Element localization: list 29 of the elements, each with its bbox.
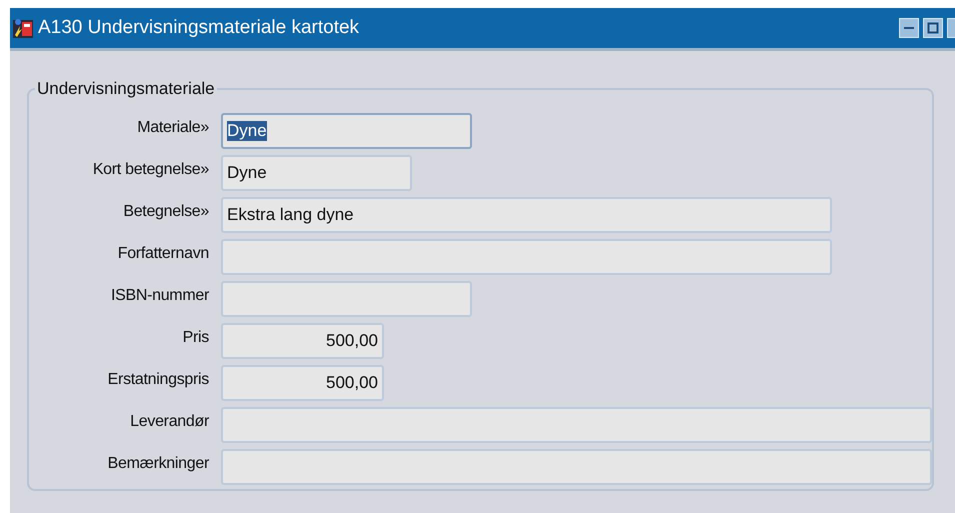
input-field[interactable]: Ekstra lang dyne <box>221 197 832 233</box>
field-value: Dyne <box>227 163 267 183</box>
input-field[interactable] <box>221 407 932 443</box>
input-field[interactable]: Dyne <box>221 155 412 191</box>
field-value: Dyne <box>227 121 267 141</box>
app-icon <box>12 17 34 39</box>
field-value: 500,00 <box>326 373 378 393</box>
field-label: Kort betegnelse» <box>92 160 210 179</box>
maximize-icon <box>927 22 939 34</box>
input-field[interactable] <box>221 449 932 485</box>
group-title: Undervisningsmateriale <box>36 79 216 99</box>
field-label: Betegnelse» <box>122 202 210 221</box>
field-label: Erstatningspris <box>106 370 210 389</box>
input-field[interactable] <box>221 281 472 317</box>
input-field[interactable]: 500,00 <box>221 323 384 359</box>
minimize-button[interactable] <box>899 18 919 38</box>
field-value: 500,00 <box>326 331 378 351</box>
maximize-button[interactable] <box>923 18 943 38</box>
field-label: Forfatternavn <box>116 244 210 263</box>
field-label: Bemærkninger <box>106 454 210 473</box>
input-field[interactable] <box>221 239 832 275</box>
field-label: Leverandør <box>129 412 210 431</box>
field-label: ISBN-nummer <box>110 286 210 305</box>
field-value: Ekstra lang dyne <box>227 205 354 225</box>
field-label: Materiale» <box>136 118 210 137</box>
input-field[interactable]: 500,00 <box>221 365 384 401</box>
field-label: Pris <box>182 328 210 347</box>
input-field[interactable]: Dyne <box>221 113 472 149</box>
window-title: A130 Undervisningsmateriale kartotek <box>38 17 360 39</box>
